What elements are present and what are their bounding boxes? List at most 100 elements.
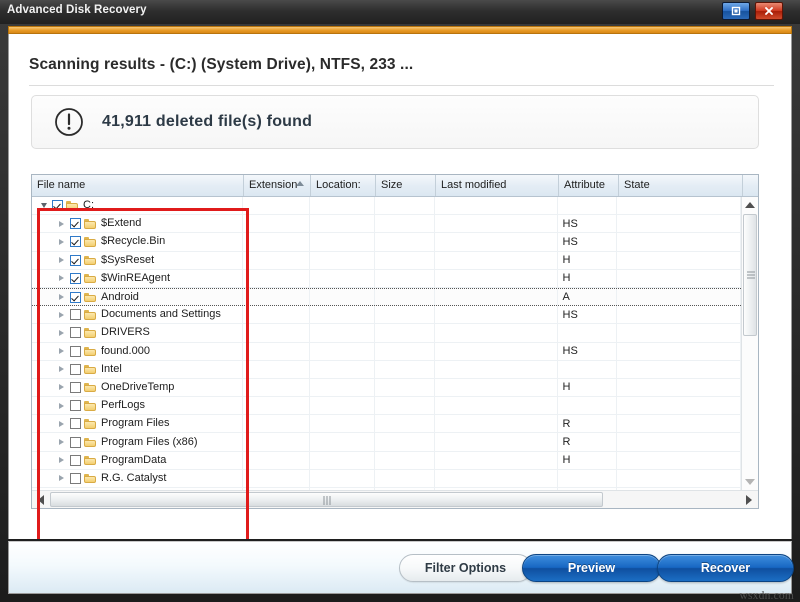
title-divider	[29, 85, 774, 86]
table-row[interactable]: ProgramData H	[32, 451, 741, 470]
row-checkbox[interactable]	[70, 291, 81, 303]
filter-options-button[interactable]: Filter Options	[399, 554, 532, 582]
cell-extension	[243, 415, 311, 433]
scroll-right-button[interactable]	[741, 492, 757, 508]
cell-file-name[interactable]: found.000	[32, 342, 244, 360]
cell-file-name[interactable]: Documents and Settings	[32, 306, 244, 324]
triangle-icon	[59, 275, 64, 282]
cell-file-name[interactable]: Program Files	[32, 415, 244, 433]
cell-file-name[interactable]: PerfLogs	[32, 397, 244, 415]
column-header-file-name[interactable]: File name	[32, 175, 244, 196]
file-name-label: $SysReset	[101, 253, 155, 266]
column-header-last-modified[interactable]: Last modified	[436, 175, 559, 196]
cell-file-name[interactable]: Program Files (x86)	[32, 433, 244, 451]
row-checkbox[interactable]	[70, 363, 81, 375]
table-row[interactable]: $Extend HS	[32, 215, 741, 234]
row-checkbox[interactable]	[70, 254, 81, 266]
table-row[interactable]: found.000 HS	[32, 342, 741, 361]
cell-file-name[interactable]: $WinREAgent	[32, 269, 244, 287]
cell-location	[310, 215, 376, 233]
row-checkbox[interactable]	[70, 472, 81, 484]
cell-file-name[interactable]: DRIVERS	[32, 324, 244, 342]
close-window-button[interactable]	[755, 2, 783, 20]
row-checkbox[interactable]	[70, 436, 81, 448]
expander-expand-icon[interactable]	[56, 346, 67, 357]
expander-expand-icon[interactable]	[56, 473, 67, 484]
cell-file-name[interactable]: R.G. Catalyst	[32, 469, 244, 487]
row-checkbox[interactable]	[70, 381, 81, 393]
column-header-size[interactable]: Size	[376, 175, 436, 196]
expander-expand-icon[interactable]	[56, 255, 67, 266]
cell-file-name[interactable]: $Recycle.Bin	[32, 233, 244, 251]
row-checkbox[interactable]	[70, 272, 81, 284]
table-row[interactable]: C:	[32, 197, 741, 216]
expander-expand-icon[interactable]	[56, 364, 67, 375]
expander-expand-icon[interactable]	[56, 382, 67, 393]
expander-expand-icon[interactable]	[56, 437, 67, 448]
column-header-label: Attribute	[564, 179, 605, 191]
expander-expand-icon[interactable]	[56, 327, 67, 338]
horizontal-scrollbar[interactable]	[32, 490, 758, 508]
scroll-down-button[interactable]	[742, 474, 758, 490]
table-row[interactable]: Program Files R	[32, 415, 741, 434]
expander-expand-icon[interactable]	[56, 292, 67, 303]
vertical-scrollbar-thumb[interactable]	[743, 214, 757, 336]
column-header-extension[interactable]: Extension	[244, 175, 311, 196]
table-row[interactable]: $SysReset H	[32, 251, 741, 270]
cell-file-name[interactable]: ProgramData	[32, 451, 244, 469]
table-row[interactable]: Program Files (x86) R	[32, 433, 741, 452]
row-checkbox[interactable]	[70, 218, 81, 230]
vertical-scrollbar[interactable]	[741, 197, 758, 490]
expander-expand-icon[interactable]	[56, 218, 67, 229]
table-row[interactable]: Intel	[32, 360, 741, 379]
row-checkbox[interactable]	[70, 400, 81, 412]
expander-expand-icon[interactable]	[56, 273, 67, 284]
cell-file-name[interactable]: C:	[32, 197, 244, 215]
cell-file-name[interactable]: $Extend	[32, 215, 244, 233]
cell-last-modified	[435, 251, 558, 269]
preview-button[interactable]: Preview	[522, 554, 661, 582]
row-checkbox[interactable]	[70, 327, 81, 339]
expander-expand-icon[interactable]	[56, 418, 67, 429]
row-checkbox[interactable]	[70, 236, 81, 248]
row-checkbox[interactable]	[70, 418, 81, 430]
cell-state	[617, 324, 741, 342]
expander-expand-icon[interactable]	[56, 455, 67, 466]
expander-collapse-icon[interactable]	[38, 200, 49, 211]
table-row[interactable]: Documents and Settings HS	[32, 306, 741, 325]
cell-size	[375, 288, 435, 306]
scroll-left-button[interactable]	[33, 492, 49, 508]
cell-last-modified	[435, 378, 558, 397]
cell-state	[617, 197, 741, 215]
table-row[interactable]: $Recycle.Bin HS	[32, 233, 741, 252]
table-row[interactable]: DRIVERS	[32, 324, 741, 343]
table-row[interactable]: $WinREAgent H	[32, 269, 741, 288]
row-checkbox[interactable]	[70, 345, 81, 357]
cell-state	[617, 233, 741, 251]
cell-file-name[interactable]: Android	[32, 288, 244, 306]
recover-button[interactable]: Recover	[657, 554, 794, 582]
row-checkbox[interactable]	[70, 309, 81, 321]
expander-expand-icon[interactable]	[56, 236, 67, 247]
expander-expand-icon[interactable]	[56, 400, 67, 411]
triangle-icon	[59, 329, 64, 336]
cell-file-name[interactable]: $SysReset	[32, 251, 244, 269]
scroll-up-button[interactable]	[742, 197, 758, 213]
grid-header-row: File name Extension Location: Size Last modi…	[32, 175, 758, 197]
row-checkbox[interactable]	[70, 454, 81, 466]
sort-ascending-icon	[296, 181, 304, 186]
column-header-location[interactable]: Location:	[311, 175, 376, 196]
row-checkbox[interactable]	[52, 200, 63, 212]
table-row[interactable]: PerfLogs	[32, 397, 741, 416]
table-row[interactable]: R.G. Catalyst	[32, 469, 741, 488]
cell-file-name[interactable]: OneDriveTemp	[32, 378, 244, 397]
table-row[interactable]: Android A	[32, 287, 741, 307]
cell-file-name[interactable]: Intel	[32, 360, 244, 378]
horizontal-scrollbar-thumb[interactable]	[50, 492, 603, 507]
table-row[interactable]: OneDriveTemp H	[32, 378, 741, 398]
file-name-label: ProgramData	[101, 453, 167, 466]
expander-expand-icon[interactable]	[56, 309, 67, 320]
column-header-attribute[interactable]: Attribute	[559, 175, 619, 196]
restore-window-button[interactable]	[722, 2, 750, 20]
column-header-state[interactable]: State	[619, 175, 743, 196]
